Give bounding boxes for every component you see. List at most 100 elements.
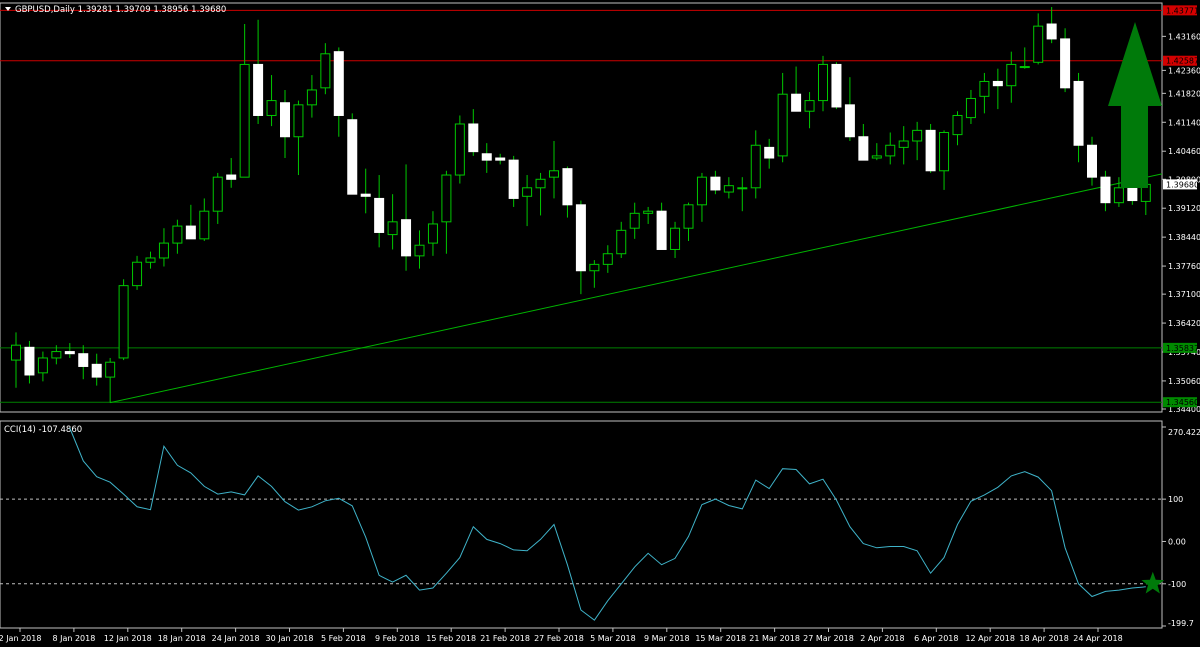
candle-body-bull [454,123,465,176]
cci-tick-label: 100 [1168,495,1183,504]
candle-body-bear [1127,187,1138,202]
level-tag-label: 1.43771 [1166,6,1199,15]
price-tick-label: 1.37760 [1168,262,1200,271]
candle-body-bull [105,361,116,378]
time-tick-label: 15 Feb 2018 [426,634,476,643]
cci-tick-label: -199.7 [1168,619,1194,628]
candle-body-bull [952,114,963,136]
price-tick-label: 1.37100 [1168,290,1200,299]
price-tick-label: 1.42360 [1168,66,1200,75]
candle-body-bear [185,225,196,240]
candle-body-bull [145,257,156,263]
time-tick-label: 21 Feb 2018 [480,634,530,643]
candle-body-bull [132,261,143,287]
candle-body-bull [750,144,761,189]
candle-body-bear [710,176,721,191]
candle-body-bull [804,100,815,112]
candle-body-bear [791,93,802,112]
time-tick-label: 27 Feb 2018 [534,634,584,643]
time-tick-label: 6 Apr 2018 [914,634,958,643]
candle-body-bull [912,129,923,142]
time-tick-label: 21 Mar 2018 [749,634,800,643]
price-tick-label: 1.41820 [1168,89,1200,98]
candle-body-bear [495,157,506,161]
chart-svg: GBPUSD,Daily 1.39281 1.39709 1.38956 1.3… [0,0,1200,647]
candle-body-bull [1006,63,1017,87]
cci-tick-label: -100 [1168,580,1186,589]
time-tick-label: 30 Jan 2018 [266,634,314,643]
candle-body-bull [670,227,681,250]
candle-body-bull [441,174,452,223]
candle-body-bull [589,263,600,272]
candle-body-bear [1100,176,1111,204]
candle-body-bull [643,210,654,214]
time-tick-label: 24 Apr 2018 [1073,634,1122,643]
candle-body-bear [481,153,492,161]
candle-body-bull [818,63,828,102]
candle-body-bull [683,204,694,229]
current-price-label: 1.39680 [1166,180,1199,189]
candle-body-bull [293,104,304,138]
candle-body-bear [401,219,412,257]
price-tick-label: 1.36420 [1168,319,1200,328]
time-tick-label: 8 Jan 2018 [52,634,95,643]
candle-body-bear [280,102,290,138]
candle-body-bear [992,80,1003,87]
candle-body-bull [979,80,990,97]
candle-body-bull [1113,187,1124,204]
chart-background [0,0,1200,647]
time-tick-label: 2 Jan 2018 [0,634,41,643]
candle-body-bull [427,223,438,244]
candle-body-bull [414,244,425,257]
time-tick-label: 15 Mar 2018 [695,634,746,643]
candle-body-bear [764,146,775,159]
candle-body-bull [898,140,909,148]
candle-body-bear [24,346,35,376]
candle-body-bull [118,285,129,359]
candle-body-bull [212,176,223,212]
price-tick-label: 1.41140 [1168,118,1200,127]
candle-body-bear [468,123,479,153]
time-tick-label: 2 Apr 2018 [860,634,904,643]
candle-body-bear [64,351,75,355]
time-tick-label: 12 Apr 2018 [965,634,1014,643]
candle-body-bear [925,129,936,172]
price-tick-label: 1.40460 [1168,147,1200,156]
candle-body-bull [696,176,707,206]
candle-body-bear [347,119,358,195]
cci-tick-label: 0.00 [1168,537,1186,546]
candle-body-bull [629,212,640,229]
time-tick-label: 12 Jan 2018 [104,634,152,643]
price-tick-label: 1.35060 [1168,377,1200,386]
level-tag-label: 1.35837 [1166,344,1199,353]
candle [454,115,465,184]
candle-body-bull [1019,66,1030,69]
candle [347,113,358,195]
candle-body-bull [320,53,331,89]
candle-body-bull [737,187,748,190]
candle-body-bear [575,204,586,272]
candle-body-bull [602,253,613,265]
candle-body-bull [37,357,48,374]
candle-body-bull [723,185,734,193]
candle-body-bear [78,353,89,367]
cci-tick-label: 270.4223 [1168,428,1200,437]
candle-body-bear [508,159,519,199]
price-tick-label: 1.38440 [1168,233,1200,242]
candle-body-bear [1046,23,1057,40]
candle-body-bull [549,170,559,178]
time-tick-label: 9 Mar 2018 [644,634,690,643]
candle-body-bull [11,344,21,361]
time-tick-label: 18 Apr 2018 [1019,634,1068,643]
candle-body-bear [858,136,869,161]
candle-body-bull [266,100,277,116]
candle-body-bear [333,51,344,116]
candle-body-bull [306,89,317,106]
candle-body-bull [885,144,896,157]
candle-body-bear [831,63,842,108]
candle-body-bear [91,363,102,378]
candle-body-bull [239,63,250,178]
candle-body-bear [562,168,573,206]
candle [925,123,936,173]
price-tick-label: 1.43160 [1168,32,1200,41]
